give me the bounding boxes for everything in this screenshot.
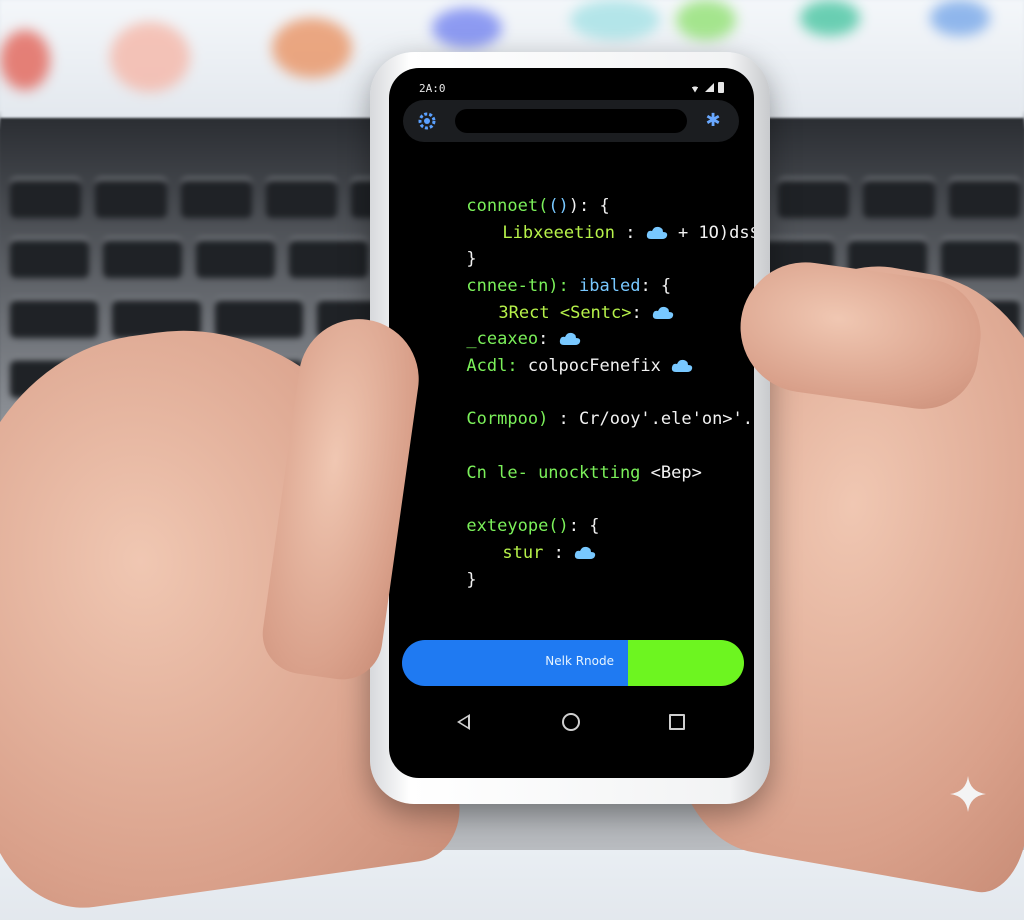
keyboard-key	[196, 238, 276, 278]
code-text: colpocFenefix	[527, 356, 661, 376]
blurred-app-icon	[930, 0, 990, 36]
blurred-app-icon	[0, 30, 50, 90]
code-line: stur :	[441, 517, 596, 563]
action-button[interactable]: Nelk Rnode	[402, 640, 744, 686]
code-line: connoet(()): {	[405, 170, 609, 216]
code-keyword: Acdl:	[466, 356, 528, 376]
keyboard-key	[940, 238, 1021, 278]
battery-icon	[718, 82, 724, 93]
code-brace: }	[466, 570, 477, 590]
code-keyword: Libxeeetion	[502, 223, 616, 243]
code-line: }	[405, 544, 476, 590]
keyboard-key	[180, 178, 252, 218]
keyboard-key	[289, 238, 369, 278]
code-line: _ceaxeo:	[405, 303, 581, 349]
cloud-icon	[671, 359, 693, 372]
action-button-blue-segment[interactable]: Nelk Rnode	[402, 640, 628, 686]
status-time: 2A:0	[419, 82, 446, 95]
keyboard-key	[95, 178, 167, 218]
cloud-icon	[646, 226, 667, 239]
system-nav-bar	[389, 708, 754, 738]
code-keyword: stur	[502, 543, 554, 563]
code-line: Libxeeetion : + 1O)ds$4.	[441, 197, 754, 243]
status-bar: 2A:0	[419, 82, 724, 98]
code-line: Cormpoo) : Cr/ooy'.ele'on>'.	[405, 383, 753, 429]
keyboard-key	[10, 238, 90, 278]
code-line: exteyope(): {	[405, 490, 599, 536]
keyboard-key	[10, 298, 99, 338]
blurred-app-icon	[800, 0, 860, 36]
wifi-icon	[689, 82, 701, 93]
code-keyword: Cormpoo)	[466, 409, 559, 429]
cloud-icon	[652, 306, 674, 319]
code-line: }	[405, 223, 476, 269]
home-icon[interactable]	[562, 713, 580, 731]
keyboard-key	[948, 178, 1020, 218]
blurred-app-icon	[570, 0, 660, 40]
action-button-green-segment[interactable]	[628, 640, 744, 686]
code-text: <Bep>	[650, 463, 702, 483]
back-icon[interactable]	[457, 714, 470, 730]
code-text: : Cr/ooy'.ele'on>'.	[558, 409, 754, 429]
code-line: 3Rect <Sentc>:	[437, 277, 674, 323]
sparkle-icon	[950, 776, 986, 812]
keyboard-key	[214, 298, 304, 338]
cloud-icon	[574, 546, 596, 559]
code-text: :	[553, 543, 575, 563]
blurred-app-icon	[272, 18, 352, 78]
status-icons	[689, 82, 724, 93]
code-line: Acdl: colpocFenefix	[405, 330, 693, 376]
keyboard-key	[863, 178, 935, 218]
keyboard-key	[10, 178, 82, 218]
keyboard-key	[265, 178, 338, 218]
keyboard-key	[103, 238, 183, 278]
phone-screen: 2A:0 ✱ connoet(()): { Libxeeetion : + 1O…	[389, 68, 754, 778]
code-text: + 1O)ds$4.	[677, 223, 754, 243]
signal-icon	[705, 83, 714, 92]
action-button-label: Nelk Rnode	[545, 654, 614, 668]
blurred-app-icon	[676, 0, 736, 40]
code-text: :	[615, 223, 646, 243]
top-search-bar: ✱	[403, 100, 739, 142]
keyboard-key	[777, 178, 850, 218]
gear-icon[interactable]	[417, 111, 437, 131]
code-text: :	[631, 303, 652, 323]
blurred-app-icon	[432, 8, 502, 48]
bluetooth-icon[interactable]: ✱	[703, 109, 723, 133]
search-field[interactable]	[455, 109, 687, 133]
code-keyword: Cn le- unocktting	[466, 463, 651, 483]
recents-icon[interactable]	[669, 714, 685, 730]
code-line: cnnee-tn): ibaled: {	[405, 250, 671, 296]
blurred-app-icon	[110, 22, 190, 92]
code-line: Cn le- unocktting <Bep>	[405, 437, 701, 483]
